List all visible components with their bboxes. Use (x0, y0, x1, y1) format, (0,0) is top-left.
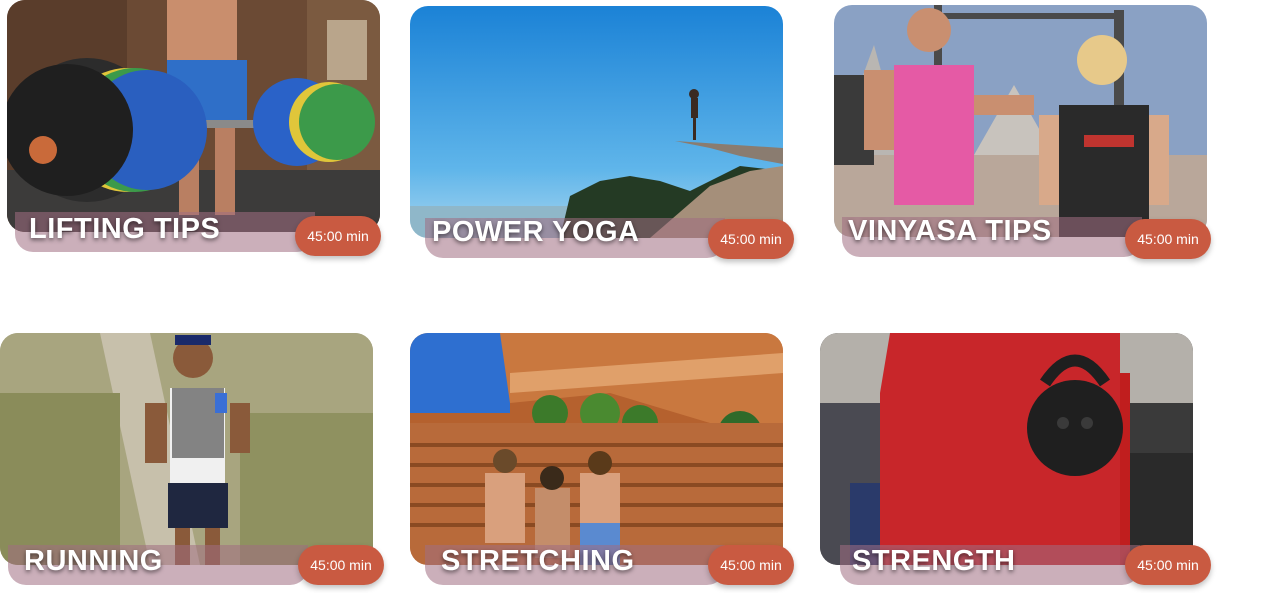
duration-badge: 45:00 min (708, 219, 794, 259)
duration-badge: 45:00 min (1125, 219, 1211, 259)
workout-card-power-yoga[interactable]: POWER YOGA 45:00 min (410, 6, 794, 266)
workout-grid: LIFTING TIPS 45:00 min POWER YOGA 45:00 … (0, 0, 1266, 593)
workout-card-stretching[interactable]: STRETCHING 45:00 min (410, 333, 794, 593)
workout-card-lifting-tips[interactable]: LIFTING TIPS 45:00 min (7, 0, 381, 260)
workout-title: POWER YOGA (432, 216, 640, 248)
trail-runner-photo (0, 333, 373, 565)
workout-title: VINYASA TIPS (848, 215, 1052, 247)
workout-card-vinyasa-tips[interactable]: VINYASA TIPS 45:00 min (834, 5, 1211, 265)
workout-card-strength[interactable]: STRENGTH 45:00 min (820, 333, 1211, 593)
workout-title: STRETCHING (441, 545, 635, 577)
workout-title: STRENGTH (852, 545, 1016, 577)
cliff-yoga-pose-photo (410, 6, 783, 238)
duration-badge: 45:00 min (708, 545, 794, 585)
amphitheater-group-photo (410, 333, 783, 565)
gym-instructors-photo (834, 5, 1207, 237)
duration-badge: 45:00 min (295, 216, 381, 256)
kettlebell-photo (820, 333, 1193, 565)
duration-badge: 45:00 min (1125, 545, 1211, 585)
workout-title: LIFTING TIPS (29, 213, 221, 245)
workout-title: RUNNING (24, 545, 163, 577)
workout-card-running[interactable]: RUNNING 45:00 min (0, 333, 384, 593)
barbell-deadlift-photo (7, 0, 380, 232)
duration-badge: 45:00 min (298, 545, 384, 585)
